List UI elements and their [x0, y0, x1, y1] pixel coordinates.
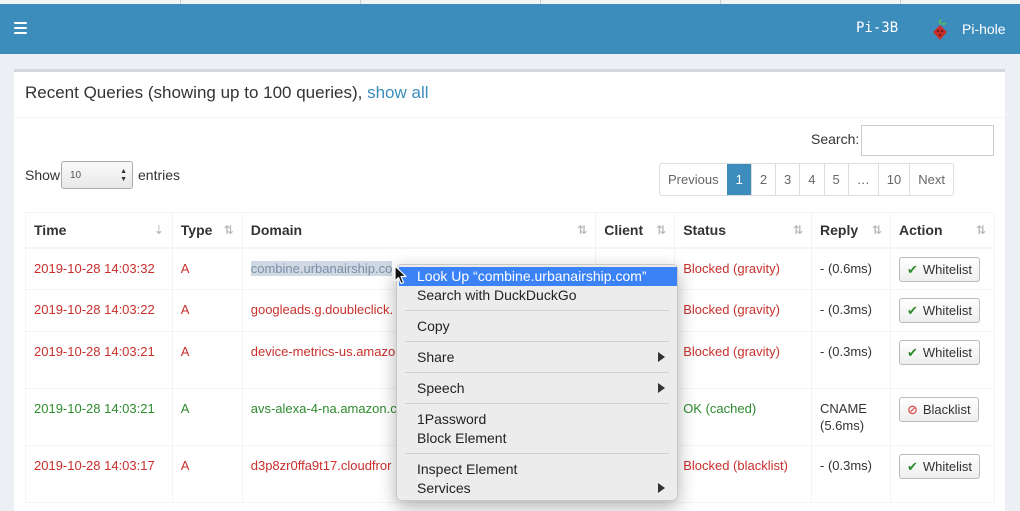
entries-select-value: 10	[70, 170, 82, 181]
cell-status: Blocked (gravity)	[674, 247, 813, 290]
blacklist-button[interactable]: ⊘ Blacklist	[898, 397, 979, 422]
cell-time: 2019-10-28 14:03:17	[25, 445, 173, 503]
reply-time: (5.6ms)	[820, 418, 865, 433]
column-header-time[interactable]: Time ⇣	[25, 212, 173, 249]
sort-icon: ⇅	[975, 223, 986, 237]
sort-icon: ⇅	[656, 223, 667, 237]
cell-reply: - (0.3ms)	[811, 289, 891, 332]
menu-item-speech[interactable]: Speech	[397, 379, 677, 398]
check-icon: ✔	[906, 459, 918, 474]
sort-desc-icon: ⇣	[153, 223, 164, 237]
cell-type: A	[171, 247, 243, 290]
pagination: Previous 1 2 3 4 5 … 10 Next	[659, 163, 954, 196]
cell-reply: - (0.6ms)	[811, 247, 891, 290]
reply-type: CNAME	[820, 401, 867, 416]
cell-type: A	[171, 289, 243, 332]
entries-label: entries	[138, 167, 181, 183]
pagination-ellipsis: …	[847, 164, 878, 195]
menu-separator	[405, 310, 669, 311]
sort-icon: ⇅	[577, 223, 588, 237]
menu-separator	[405, 403, 669, 404]
context-menu: Look Up “combine.urbanairship.com” Searc…	[396, 264, 678, 501]
column-header-type[interactable]: Type ⇅	[171, 212, 243, 249]
column-header-action[interactable]: Action ⇅	[889, 212, 996, 249]
pagination-next[interactable]: Next	[909, 164, 953, 195]
selected-domain-text[interactable]: combine.urbanairship.co	[250, 260, 393, 276]
show-all-link[interactable]: show all	[367, 83, 428, 102]
whitelist-button[interactable]: ✔ Whitelist	[898, 256, 980, 282]
menu-item-share[interactable]: Share	[397, 348, 677, 367]
brand-label[interactable]: Pi-hole	[962, 21, 1006, 37]
entries-select[interactable]: 10 ▲ ▼	[61, 161, 133, 189]
cell-action: ⊘ Blacklist	[889, 388, 996, 446]
cell-reply: - (0.3ms)	[811, 331, 891, 389]
menu-item-inspect-element[interactable]: Inspect Element	[397, 460, 677, 479]
pihole-logo-icon	[933, 19, 947, 40]
sort-icon: ⇅	[223, 223, 234, 237]
hostname: Pi-3B	[856, 20, 899, 36]
submenu-arrow-icon	[658, 383, 665, 393]
cell-status: Blocked (gravity)	[674, 331, 813, 389]
pagination-page-3[interactable]: 3	[775, 164, 799, 195]
pagination-page-2[interactable]: 2	[750, 164, 775, 195]
check-icon: ✔	[906, 303, 918, 318]
check-icon: ✔	[906, 261, 918, 277]
whitelist-button[interactable]: ✔ Whitelist	[898, 454, 980, 479]
cell-status: OK (cached)	[674, 388, 813, 446]
menu-item-copy[interactable]: Copy	[397, 317, 677, 336]
whitelist-button[interactable]: ✔ Whitelist	[898, 298, 980, 323]
menu-separator	[405, 341, 669, 342]
cell-status: Blocked (blacklist)	[674, 445, 813, 503]
cell-time: 2019-10-28 14:03:21	[25, 331, 173, 389]
menu-separator	[405, 372, 669, 373]
sort-icon: ⇅	[871, 223, 882, 237]
submenu-arrow-icon	[658, 483, 665, 493]
menu-item-1password[interactable]: 1Password	[397, 410, 677, 429]
cell-reply: CNAME (5.6ms)	[811, 388, 891, 446]
menu-item-search-duckduckgo[interactable]: Search with DuckDuckGo	[397, 286, 677, 305]
cell-time: 2019-10-28 14:03:21	[25, 388, 173, 446]
divider	[14, 117, 1005, 118]
search-input[interactable]	[861, 125, 994, 156]
pagination-page-5[interactable]: 5	[823, 164, 848, 195]
column-header-domain[interactable]: Domain ⇅	[241, 212, 597, 249]
box-title-text: Recent Queries (showing up to 100 querie…	[25, 83, 368, 102]
pagination-page-10[interactable]: 10	[877, 164, 909, 195]
cell-action: ✔ Whitelist	[889, 247, 996, 290]
pagination-previous[interactable]: Previous	[660, 164, 727, 195]
cell-type: A	[171, 445, 243, 503]
cell-status: Blocked (gravity)	[674, 289, 813, 332]
cell-action: ✔ Whitelist	[889, 289, 996, 332]
column-header-client[interactable]: Client ⇅	[595, 212, 676, 249]
whitelist-button[interactable]: ✔ Whitelist	[898, 340, 980, 365]
search-label: Search:	[811, 131, 860, 147]
menu-separator	[405, 453, 669, 454]
ban-icon: ⊘	[906, 402, 918, 417]
menu-item-block-element[interactable]: Block Element	[397, 429, 677, 448]
show-label: Show	[25, 167, 61, 183]
cell-type: A	[171, 388, 243, 446]
cell-action: ✔ Whitelist	[889, 445, 996, 503]
mouse-cursor-icon	[394, 265, 407, 285]
cell-action: ✔ Whitelist	[889, 331, 996, 389]
menu-item-lookup[interactable]: Look Up “combine.urbanairship.com”	[399, 267, 677, 286]
column-header-status[interactable]: Status ⇅	[674, 212, 813, 249]
check-icon: ✔	[906, 345, 918, 360]
box-title: Recent Queries (showing up to 100 querie…	[25, 83, 429, 103]
pagination-page-1[interactable]: 1	[726, 164, 751, 195]
pagination-page-4[interactable]: 4	[799, 164, 823, 195]
submenu-arrow-icon	[658, 352, 665, 362]
cell-reply: - (0.3ms)	[811, 445, 891, 503]
menu-item-services[interactable]: Services	[397, 479, 677, 498]
select-arrows-icon: ▲ ▼	[120, 168, 127, 183]
column-header-reply[interactable]: Reply ⇅	[811, 212, 891, 249]
cell-time: 2019-10-28 14:03:22	[25, 289, 173, 332]
cell-type: A	[171, 331, 243, 389]
cell-time: 2019-10-28 14:03:32	[25, 247, 173, 290]
hamburger-menu-icon[interactable]	[14, 22, 27, 34]
navbar: Pi-3B Pi-hole	[0, 4, 1020, 54]
sort-icon: ⇅	[792, 223, 804, 237]
